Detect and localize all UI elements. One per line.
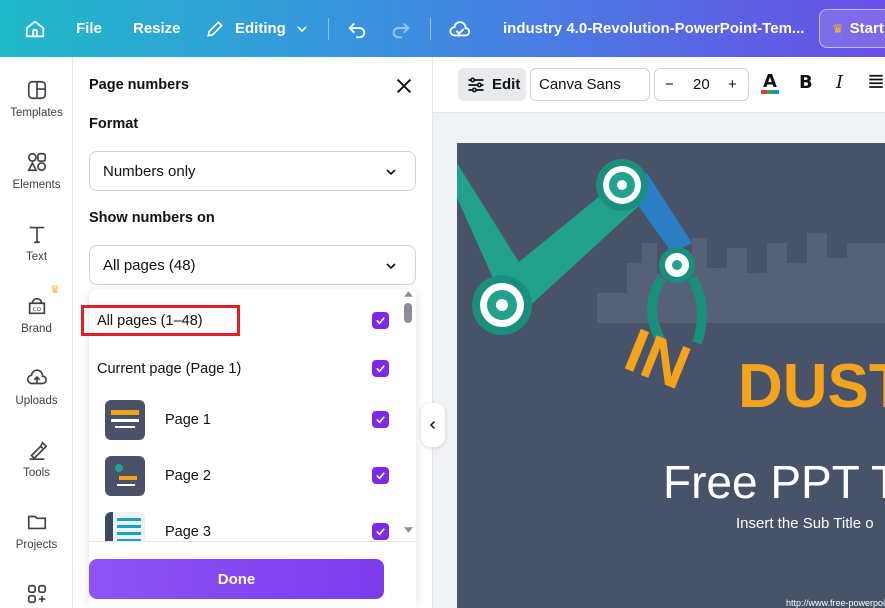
collapse-panel-button[interactable] [421, 403, 445, 447]
sidebar-item-label: Brand [21, 323, 52, 335]
elements-icon [26, 152, 46, 172]
chevron-down-icon [297, 25, 307, 32]
format-select-value: Numbers only [103, 162, 196, 180]
edit-label: Edit [492, 76, 521, 93]
checkbox-checked[interactable] [372, 312, 389, 329]
show-numbers-select[interactable]: All pages (48) [89, 245, 416, 285]
page-label: Page 3 [165, 524, 211, 540]
page-label: Page 1 [165, 412, 211, 428]
highlight-annotation [81, 305, 240, 336]
sidebar-item-elements[interactable]: Elements [0, 151, 73, 191]
bold-icon[interactable]: B [799, 72, 813, 93]
start-trial-button[interactable]: ♛ Start [819, 9, 885, 48]
svg-text:CO: CO [32, 307, 41, 313]
sidebar-item-label: Templates [10, 107, 63, 119]
edit-button[interactable]: Edit [458, 68, 526, 101]
sidebar-item-label: Text [25, 251, 48, 263]
chevron-down-icon [386, 169, 396, 176]
font-size-value[interactable]: 20 [693, 76, 710, 93]
text-toolbar: Edit Canva Sans − 20 + A B I [433, 57, 885, 113]
resize-menu[interactable]: Resize [133, 0, 181, 57]
uploads-icon [26, 369, 47, 385]
option-page-1[interactable]: Page 1 [89, 395, 399, 445]
font-family-select[interactable]: Canva Sans [530, 68, 650, 101]
font-size-stepper: − 20 + [654, 68, 749, 101]
divider [430, 18, 431, 40]
sidebar-item-label: Uploads [15, 395, 58, 407]
crown-icon: ♛ [832, 20, 844, 36]
scroll-thumb[interactable] [404, 303, 412, 323]
panel-title: Page numbers [89, 77, 189, 93]
projects-icon [27, 515, 46, 530]
option-current-page[interactable]: Current page (Page 1) [89, 351, 399, 387]
start-label: Start [849, 20, 884, 37]
sidebar-item-templates[interactable]: Templates [0, 79, 73, 119]
brand-icon: CO [28, 297, 45, 315]
scroll-up-icon[interactable] [404, 291, 413, 297]
sidebar-item-uploads[interactable]: Uploads [0, 367, 73, 407]
templates-icon [27, 80, 46, 100]
sidebar-item-tools[interactable]: Tools [0, 439, 73, 479]
checkbox-checked[interactable] [372, 360, 389, 377]
slide-word-dust: DUST [738, 352, 885, 421]
sidebar-item-text[interactable]: Text [0, 223, 73, 263]
home-icon[interactable] [24, 0, 46, 57]
align-icon[interactable] [867, 72, 885, 95]
apps-icon [27, 584, 46, 604]
text-icon [29, 226, 44, 244]
cloud-saved-icon[interactable] [448, 0, 472, 57]
format-label: Format [89, 116, 139, 132]
slide-url: http://www.free-powerpoi [786, 598, 885, 608]
slide-title[interactable]: Free PPT T [663, 455, 885, 509]
slide-canvas[interactable]: IN DUST Free PPT T Insert the Sub Title … [457, 143, 885, 608]
page-thumbnail [105, 400, 145, 440]
top-bar: File Resize Editing industry 4.0-Revolut… [0, 0, 885, 57]
sidebar-item-projects[interactable]: Projects [0, 511, 73, 551]
page-label: Page 2 [165, 468, 211, 484]
checkbox-checked[interactable] [372, 523, 389, 540]
left-sidebar: Templates Elements Text ♛ CO Brand Uploa… [0, 57, 73, 608]
chevron-left-icon [429, 420, 436, 430]
sidebar-item-brand[interactable]: ♛ CO Brand [0, 284, 73, 335]
crown-icon: ♛ [50, 284, 60, 296]
slide-subtitle[interactable]: Insert the Sub Title o [736, 515, 874, 532]
sidebar-item-label: Elements [12, 179, 61, 191]
sidebar-item-label: Projects [15, 539, 58, 551]
sidebar-item-apps[interactable] [0, 583, 73, 608]
text-color-icon[interactable]: A [759, 71, 781, 100]
option-label: Current page (Page 1) [97, 361, 242, 377]
pencil-icon [207, 20, 223, 37]
document-title[interactable]: industry 4.0-Revolution-PowerPoint-Tem..… [503, 0, 804, 57]
redo-icon[interactable] [390, 0, 412, 57]
done-button[interactable]: Done [89, 559, 384, 599]
scroll-down-icon[interactable] [404, 527, 413, 533]
tools-icon [29, 441, 47, 460]
format-select[interactable]: Numbers only [89, 151, 416, 191]
editing-label: Editing [235, 20, 286, 37]
sidebar-item-label: Tools [23, 467, 50, 479]
page-thumbnail [105, 456, 145, 496]
undo-icon[interactable] [346, 0, 368, 57]
svg-text:A: A [763, 71, 777, 92]
editing-menu[interactable]: Editing [205, 0, 310, 57]
show-numbers-select-value: All pages (48) [103, 256, 196, 274]
close-icon[interactable] [393, 75, 415, 97]
sliders-icon [468, 77, 484, 92]
file-menu[interactable]: File [76, 0, 102, 57]
show-numbers-label: Show numbers on [89, 210, 215, 226]
italic-icon[interactable]: I [836, 72, 843, 93]
chevron-down-icon [386, 263, 396, 270]
checkbox-checked[interactable] [372, 467, 389, 484]
decrease-size-button[interactable]: − [665, 76, 674, 93]
checkbox-checked[interactable] [372, 411, 389, 428]
divider [328, 18, 329, 40]
increase-size-button[interactable]: + [728, 76, 737, 93]
option-page-2[interactable]: Page 2 [89, 451, 399, 501]
